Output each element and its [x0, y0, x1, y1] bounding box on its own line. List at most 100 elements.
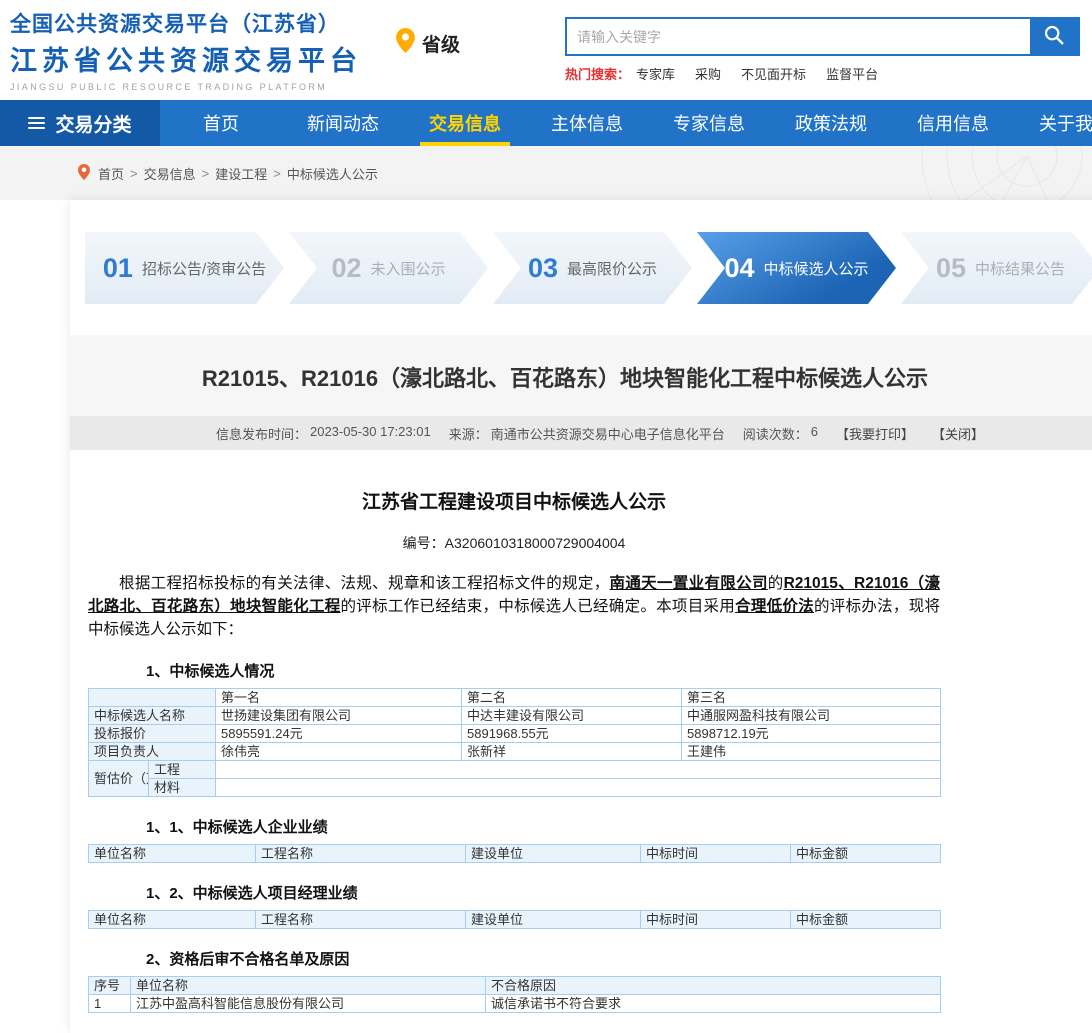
- col-header-unit: 单位名称: [131, 977, 486, 995]
- col-header-unit: 单位名称: [89, 911, 256, 929]
- publish-time: 信息发布时间： 2023-05-30 17:23:01: [216, 424, 431, 443]
- table-row: 单位名称 工程名称 建设单位 中标时间 中标金额: [89, 845, 941, 863]
- view-count-value: 6: [811, 424, 818, 443]
- source-label: 来源：: [449, 424, 488, 443]
- breadcrumb-pin-icon: [78, 164, 90, 183]
- hot-link-supervision[interactable]: 监督平台: [826, 64, 878, 83]
- breadcrumb-item-trade-info[interactable]: 交易信息: [144, 164, 196, 183]
- disqualified-table: 序号 单位名称 不合格原因 1 江苏中盈高科智能信息股份有限公司 诚信承诺书不符…: [88, 976, 941, 1013]
- document-body: 江苏省工程建设项目中标候选人公示 编号：A3206010318000729004…: [70, 487, 940, 1033]
- nav-item-policies[interactable]: 政策法规: [770, 100, 892, 146]
- col-header-project: 工程名称: [256, 911, 466, 929]
- trade-category-button[interactable]: 交易分类: [0, 100, 160, 146]
- step-number: 03: [528, 253, 558, 284]
- tenderee-name: 南通天一置业有限公司: [610, 575, 768, 592]
- nav-item-credit-info[interactable]: 信用信息: [892, 100, 1014, 146]
- menu-icon: [28, 117, 45, 129]
- table-row: 项目负责人 徐伟亮 张新祥 王建伟: [89, 743, 941, 761]
- print-button[interactable]: 【我要打印】: [836, 424, 914, 443]
- section-2-title: 2、资格后审不合格名单及原因: [146, 948, 940, 969]
- step-winner-result[interactable]: 05 中标结果公告: [901, 232, 1092, 304]
- row-label: 投标报价: [89, 725, 216, 743]
- step-number: 04: [724, 253, 754, 284]
- para-text: 的: [768, 575, 784, 592]
- nav-item-news[interactable]: 新闻动态: [282, 100, 404, 146]
- hot-link-procurement[interactable]: 采购: [695, 64, 721, 83]
- search-button[interactable]: [1030, 19, 1078, 54]
- hot-link-remote-bidding[interactable]: 不见面开标: [741, 64, 806, 83]
- nav-items: 首页 新闻动态 交易信息 主体信息 专家信息 政策法规 信用信息 关于我们: [160, 100, 1092, 146]
- estimate-sub-project: 工程: [149, 761, 216, 779]
- document-number: 编号：A3206010318000729004004: [88, 533, 940, 553]
- nav-item-expert-info[interactable]: 专家信息: [648, 100, 770, 146]
- location-pin-icon: [396, 28, 415, 58]
- breadcrumb-separator: >: [273, 166, 281, 181]
- candidate-name-1: 世扬建设集团有限公司: [216, 707, 462, 725]
- view-count: 阅读次数： 6: [743, 424, 818, 443]
- close-button[interactable]: 【关闭】: [932, 424, 984, 443]
- evaluation-method: 合理低价法: [735, 598, 814, 615]
- logo-line-national: 全国公共资源交易平台（江苏省）: [10, 8, 362, 38]
- table-row: 序号 单位名称 不合格原因: [89, 977, 941, 995]
- hot-search-bar: 热门搜索： 专家库 采购 不见面开标 监督平台: [565, 64, 898, 83]
- estimate-sub-material: 材料: [149, 779, 216, 797]
- breadcrumb-item-winner-publicity[interactable]: 中标候选人公示: [287, 164, 378, 183]
- project-manager-2: 张新祥: [462, 743, 682, 761]
- nav-item-about-us[interactable]: 关于我们: [1014, 100, 1092, 146]
- step-winner-candidates[interactable]: 04 中标候选人公示: [697, 232, 896, 304]
- hot-search-label: 热门搜索：: [565, 64, 630, 83]
- step-label: 中标结果公告: [975, 258, 1065, 279]
- breadcrumb-item-home[interactable]: 首页: [98, 164, 124, 183]
- hot-link-expert-db[interactable]: 专家库: [636, 64, 675, 83]
- process-steps: 01 招标公告/资审公告 02 未入围公示 03 最高限价公示 04 中标候选人…: [70, 200, 1092, 304]
- decorative-rings: [812, 146, 1092, 200]
- step-label: 最高限价公示: [567, 258, 657, 279]
- nav-item-home[interactable]: 首页: [160, 100, 282, 146]
- article-meta-bar: 信息发布时间： 2023-05-30 17:23:01 来源： 南通市公共资源交…: [70, 416, 1092, 450]
- step-price-ceiling[interactable]: 03 最高限价公示: [493, 232, 692, 304]
- main-nav: 交易分类 首页 新闻动态 交易信息 主体信息 专家信息 政策法规 信用信息 关于…: [0, 100, 1092, 146]
- table-row: 单位名称 工程名称 建设单位 中标时间 中标金额: [89, 911, 941, 929]
- candidates-table: 第一名 第二名 第三名 中标候选人名称 世扬建设集团有限公司 中达丰建设有限公司…: [88, 688, 941, 797]
- nav-item-trade-info[interactable]: 交易信息: [404, 100, 526, 146]
- table-row: 投标报价 5895591.24元 5891968.55元 5898712.19元: [89, 725, 941, 743]
- breadcrumb-item-construction[interactable]: 建设工程: [215, 164, 267, 183]
- logo-line-english: JIANGSU PUBLIC RESOURCE TRADING PLATFORM: [10, 82, 362, 92]
- table-row: 1 江苏中盈高科智能信息股份有限公司 诚信承诺书不符合要求: [89, 995, 941, 1013]
- step-not-shortlisted[interactable]: 02 未入围公示: [289, 232, 488, 304]
- document-heading: 江苏省工程建设项目中标候选人公示: [88, 487, 940, 514]
- step-tender-announcement[interactable]: 01 招标公告/资审公告: [85, 232, 284, 304]
- col-header-owner: 建设单位: [466, 911, 641, 929]
- site-logo[interactable]: 全国公共资源交易平台（江苏省） 江苏省公共资源交易平台 JIANGSU PUBL…: [10, 8, 362, 92]
- rank-header-3: 第三名: [682, 689, 941, 707]
- para-text: 根据工程招标投标的有关法律、法规、规章和该工程招标文件的规定，: [119, 575, 610, 592]
- disqualified-seq: 1: [89, 995, 131, 1013]
- nav-item-entity-info[interactable]: 主体信息: [526, 100, 648, 146]
- step-number: 02: [331, 253, 361, 284]
- logo-line-provincial: 江苏省公共资源交易平台: [10, 39, 362, 78]
- bid-price-1: 5895591.24元: [216, 725, 462, 743]
- table-row: 暂估价（万元） 工程: [89, 761, 941, 779]
- estimate-label: 暂估价（万元）: [89, 761, 149, 797]
- view-count-label: 阅读次数：: [743, 424, 808, 443]
- publish-time-value: 2023-05-30 17:23:01: [310, 424, 431, 443]
- rank-header-1: 第一名: [216, 689, 462, 707]
- section-1-1-title: 1、1、中标候选人企业业绩: [146, 816, 940, 837]
- article-header-panel: R21015、R21016（濠北路北、百花路东）地块智能化工程中标候选人公示 信…: [70, 335, 1092, 450]
- search-input[interactable]: [567, 19, 1030, 54]
- project-manager-1: 徐伟亮: [216, 743, 462, 761]
- breadcrumb: 首页 > 交易信息 > 建设工程 > 中标候选人公示: [0, 146, 1092, 200]
- col-header-project: 工程名称: [256, 845, 466, 863]
- publish-time-label: 信息发布时间：: [216, 424, 307, 443]
- content-container: 01 招标公告/资审公告 02 未入围公示 03 最高限价公示 04 中标候选人…: [70, 200, 1092, 1033]
- enterprise-performance-table: 单位名称 工程名称 建设单位 中标时间 中标金额: [88, 844, 941, 863]
- step-number: 05: [936, 253, 966, 284]
- region-selector[interactable]: 省级: [396, 28, 460, 58]
- search-icon: [1043, 24, 1065, 49]
- breadcrumb-separator: >: [130, 166, 138, 181]
- section-1-2-title: 1、2、中标候选人项目经理业绩: [146, 882, 940, 903]
- col-header-seq: 序号: [89, 977, 131, 995]
- document-number-value: A3206010318000729004004: [445, 535, 626, 551]
- step-label: 招标公告/资审公告: [142, 258, 266, 279]
- site-header: 全国公共资源交易平台（江苏省） 江苏省公共资源交易平台 JIANGSU PUBL…: [0, 0, 1092, 100]
